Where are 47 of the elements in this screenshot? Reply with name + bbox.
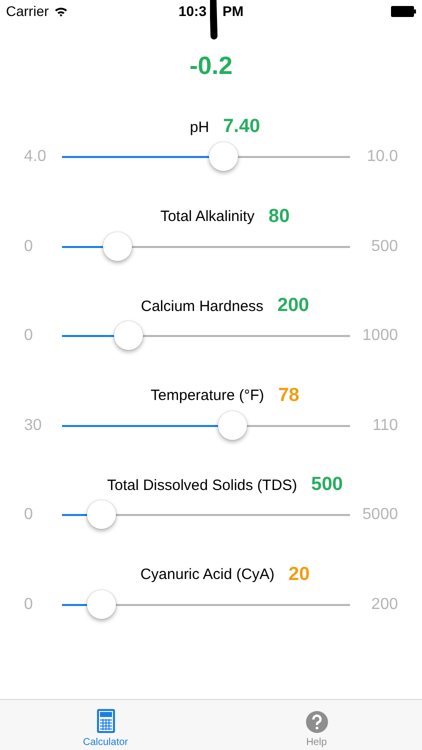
parameter-label: Total Dissolved Solids (TDS) [107, 476, 298, 494]
gauge-needle-icon [210, 0, 220, 41]
parameter-value: 80 [268, 206, 290, 228]
clock-time: 10:3 [178, 3, 207, 19]
parameter-label: pH [190, 118, 210, 136]
min-label: 30 [23, 416, 43, 434]
min-label: 0 [23, 596, 34, 614]
slider[interactable] [62, 500, 350, 530]
slider-thumb[interactable] [114, 321, 144, 350]
tab[interactable]: Help [211, 700, 422, 750]
slider[interactable] [62, 321, 350, 351]
wifi-icon [54, 6, 68, 16]
battery-icon [391, 6, 416, 16]
slider-thumb[interactable] [86, 500, 116, 529]
parameter-label: Calcium Hardness [140, 298, 264, 314]
clock-time: PM [222, 3, 244, 19]
parameter-value: 7.40 [223, 116, 260, 138]
slider[interactable] [62, 142, 350, 172]
min-label: 0 [23, 506, 34, 524]
min-label: 0 [23, 238, 34, 256]
parameter-label: Cyanuric Acid (CyA) [140, 566, 275, 583]
max-label: 110 [371, 416, 399, 434]
parameter-value: 500 [311, 474, 343, 496]
slider-thumb[interactable] [86, 590, 116, 618]
slider-thumb[interactable] [218, 410, 247, 440]
carrier-name: Carrier [6, 3, 49, 19]
parameter-value: 20 [288, 564, 310, 586]
max-label: 200 [370, 596, 399, 614]
parameter-value: 78 [278, 384, 300, 406]
parameter-value: 200 [277, 295, 310, 317]
max-label: 500 [370, 238, 399, 256]
min-label: 4.0 [23, 148, 48, 166]
parameter-label: Total Alkalinity [160, 208, 255, 225]
help-icon [306, 711, 328, 733]
max-label: 10.0 [366, 148, 399, 166]
max-label: 1000 [361, 327, 399, 345]
tab[interactable]: Calculator [0, 700, 211, 750]
min-label: 0 [23, 327, 34, 345]
parameter-label: Temperature (°F) [150, 387, 264, 404]
slider[interactable] [62, 232, 350, 262]
max-label: 5000 [361, 506, 399, 524]
slider-thumb[interactable] [209, 142, 238, 171]
slider-thumb[interactable] [102, 232, 132, 260]
slider[interactable] [62, 590, 350, 620]
slider[interactable] [62, 410, 350, 440]
calculator-icon [96, 709, 114, 733]
result-value: -0.2 [188, 52, 234, 82]
